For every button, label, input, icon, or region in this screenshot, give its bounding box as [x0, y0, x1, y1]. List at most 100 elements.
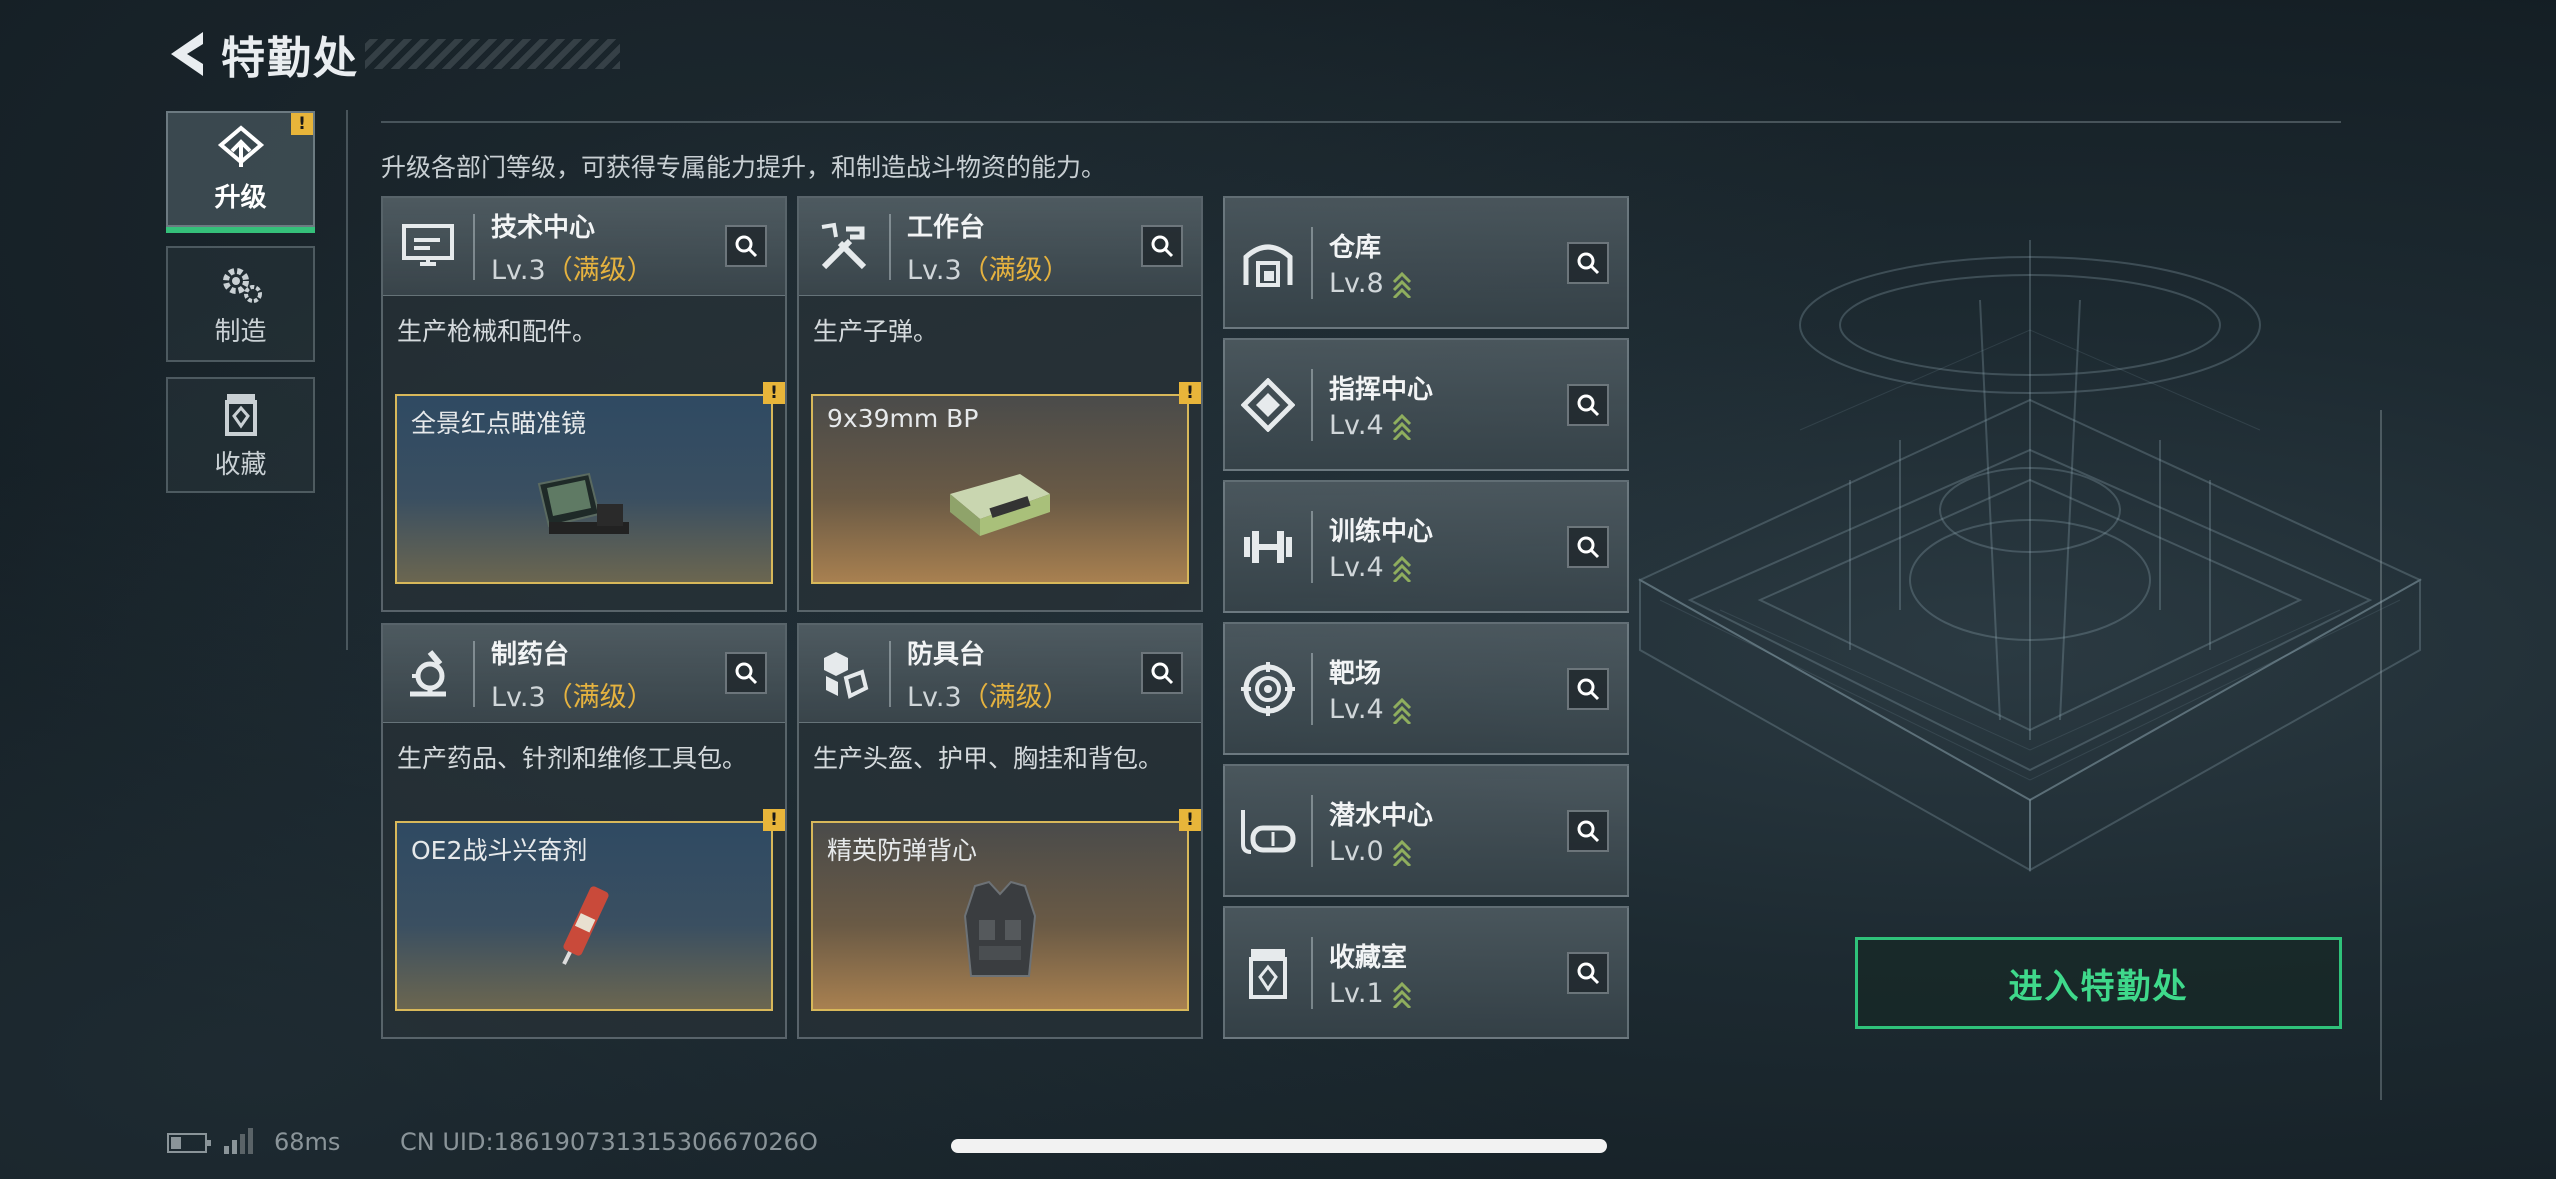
page-description: 升级各部门等级，可获得专属能力提升，和制造战斗物资的能力。	[381, 153, 1107, 182]
upgrade-chevron-icon	[1392, 413, 1411, 440]
search-button[interactable]	[1141, 652, 1183, 694]
facility-training-center[interactable]: 训练中心 Lv.4	[1223, 480, 1629, 613]
separator	[889, 640, 891, 707]
armor-vest-icon	[963, 880, 1037, 977]
card-level: Lv.3	[491, 254, 546, 286]
enter-special-ops-button[interactable]: 进入特勤处	[1855, 937, 2342, 1029]
upgrade-chevron-icon	[1392, 555, 1411, 582]
search-icon	[1577, 962, 1600, 985]
warning-badge: !	[291, 113, 313, 135]
card-description: 生产枪械和配件。	[397, 317, 598, 346]
product-slot[interactable]: 全景红点瞄准镜 !	[395, 382, 785, 584]
frame-line-left	[346, 110, 348, 650]
nav-collection-label: 收藏	[214, 449, 267, 480]
facility-warehouse[interactable]: 仓库 Lv.8	[1223, 196, 1629, 329]
cubes-icon	[799, 625, 889, 723]
search-icon	[1577, 536, 1600, 559]
page-title: 特勤处	[221, 33, 359, 84]
facility-card-tech-center[interactable]: 技术中心 Lv.3（满级） 生产枪械和配件。 全景红点瞄准镜 !	[381, 196, 787, 612]
product-slot[interactable]: 精英防弹背心 !	[811, 809, 1201, 1011]
collection-icon	[224, 393, 257, 436]
red-dot-sight-icon	[537, 472, 629, 534]
facility-dive-center[interactable]: 潜水中心 Lv.0	[1223, 764, 1629, 897]
card-title: 制药台	[491, 639, 570, 670]
signal-icon	[224, 1128, 253, 1154]
upgrade-chevron-icon	[1392, 697, 1411, 724]
facility-card-pharmacy[interactable]: 制药台 Lv.3（满级） 生产药品、针剂和维修工具包。 OE2战斗兴奋剂 !	[381, 623, 787, 1039]
home-indicator[interactable]	[951, 1139, 1607, 1153]
facility-level: Lv.4	[1329, 409, 1384, 441]
separator	[1311, 936, 1313, 1009]
search-icon	[1151, 235, 1174, 258]
product-slot[interactable]: 9x39mm BP !	[811, 382, 1201, 584]
card-level: Lv.3	[491, 681, 546, 713]
search-button[interactable]	[1567, 810, 1609, 852]
warehouse-icon	[1225, 196, 1311, 329]
microscope-icon	[383, 625, 473, 723]
facility-collection-room[interactable]: 收藏室 Lv.1	[1223, 906, 1629, 1039]
facility-wireframe-illustration	[1637, 240, 2423, 872]
upgrade-icon	[217, 124, 264, 167]
search-icon	[735, 662, 758, 685]
card-description: 生产头盔、护甲、胸挂和背包。	[813, 744, 1164, 773]
card-title: 技术中心	[491, 212, 596, 243]
command-icon	[1225, 338, 1311, 471]
search-button[interactable]	[725, 652, 767, 694]
separator	[473, 213, 475, 280]
product-name: OE2战斗兴奋剂	[411, 836, 588, 865]
search-button[interactable]	[725, 225, 767, 267]
ping-text: 68ms	[274, 1128, 341, 1156]
card-description: 生产子弹。	[813, 317, 939, 346]
facility-shooting-range[interactable]: 靶场 Lv.4	[1223, 622, 1629, 755]
separator	[1311, 794, 1313, 867]
max-level-label: （满级）	[961, 254, 1070, 286]
search-button[interactable]	[1567, 384, 1609, 426]
nav-craft[interactable]: 制造	[166, 246, 315, 362]
nav-collection[interactable]: 收藏	[166, 377, 315, 493]
warning-badge: !	[763, 382, 785, 404]
separator	[1311, 226, 1313, 299]
nav-upgrade[interactable]: 升级 !	[166, 111, 315, 233]
card-title: 工作台	[907, 212, 986, 243]
frame-line-right	[2380, 410, 2382, 1100]
card-header: 制药台 Lv.3（满级）	[383, 625, 785, 723]
search-button[interactable]	[1567, 952, 1609, 994]
product-name: 精英防弹背心	[827, 836, 978, 865]
separator	[1311, 368, 1313, 441]
product-slot[interactable]: OE2战斗兴奋剂 !	[395, 809, 785, 1011]
back-button[interactable]	[165, 28, 209, 80]
search-icon	[735, 235, 758, 258]
dive-mask-icon	[1225, 764, 1311, 897]
back-arrow-icon	[171, 32, 203, 76]
search-button[interactable]	[1567, 526, 1609, 568]
search-button[interactable]	[1141, 225, 1183, 267]
facility-level: Lv.1	[1329, 977, 1384, 1009]
card-title: 防具台	[907, 639, 986, 670]
tools-icon	[799, 198, 889, 296]
separator	[1311, 652, 1313, 725]
facility-title: 收藏室	[1329, 942, 1408, 973]
max-level-label: （满级）	[961, 681, 1070, 713]
battery-icon	[167, 1133, 211, 1153]
gear-icon	[222, 267, 262, 303]
injector-icon	[562, 886, 609, 965]
target-icon	[1225, 622, 1311, 755]
search-icon	[1151, 662, 1174, 685]
card-level: Lv.3	[907, 681, 962, 713]
separator	[1311, 510, 1313, 583]
search-button[interactable]	[1567, 242, 1609, 284]
monitor-icon	[383, 198, 473, 296]
facility-card-armor-bench[interactable]: 防具台 Lv.3（满级） 生产头盔、护甲、胸挂和背包。 精英防弹背心 !	[797, 623, 1203, 1039]
ammo-box-icon	[950, 473, 1050, 536]
facility-title: 指挥中心	[1329, 374, 1434, 405]
search-icon	[1577, 252, 1600, 275]
facility-command-center[interactable]: 指挥中心 Lv.4	[1223, 338, 1629, 471]
separator	[889, 213, 891, 280]
upgrade-chevron-icon	[1392, 981, 1411, 1008]
card-description: 生产药品、针剂和维修工具包。	[397, 744, 748, 773]
search-button[interactable]	[1567, 668, 1609, 710]
facility-card-workbench[interactable]: 工作台 Lv.3（满级） 生产子弹。 9x39mm BP !	[797, 196, 1203, 612]
facility-level: Lv.4	[1329, 551, 1384, 583]
facility-title: 靶场	[1329, 658, 1382, 689]
uid-text: CN UID:18619073131530667026O	[400, 1128, 818, 1156]
